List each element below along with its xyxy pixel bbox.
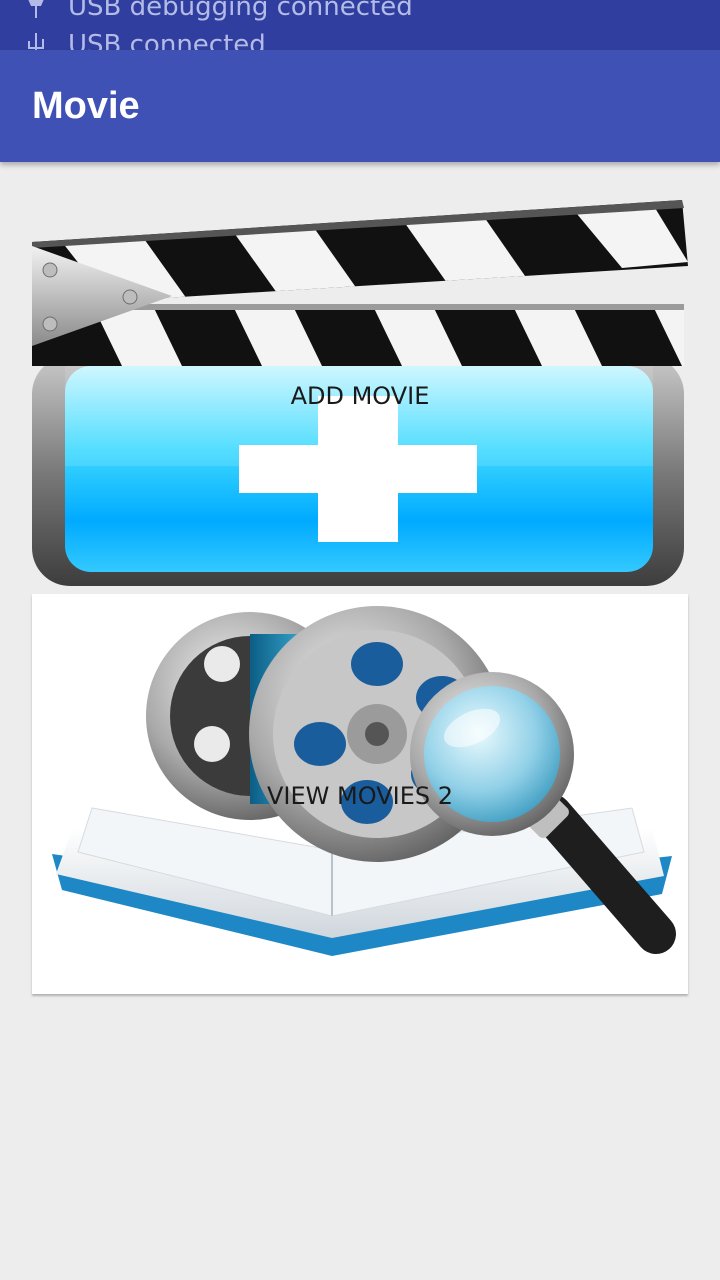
usb-debug-icon [28, 0, 44, 18]
notification-text: USB debugging connected [68, 0, 413, 22]
status-bar: USB debugging connected USB connected [0, 0, 720, 50]
usb-icon [28, 33, 44, 50]
add-movie-label: ADD MOVIE [290, 382, 430, 410]
notification-text: USB connected [68, 30, 266, 50]
notification-usb-debugging: USB debugging connected [22, 0, 413, 22]
view-movies-button[interactable]: VIEW MOVIES 2 [32, 594, 688, 994]
app-bar: Movie [0, 50, 720, 162]
notification-usb-connected: USB connected [22, 30, 266, 50]
add-movie-button[interactable]: ADD MOVIE [32, 196, 688, 590]
page-title: Movie [32, 85, 140, 127]
view-movies-label: VIEW MOVIES 2 [267, 782, 453, 810]
